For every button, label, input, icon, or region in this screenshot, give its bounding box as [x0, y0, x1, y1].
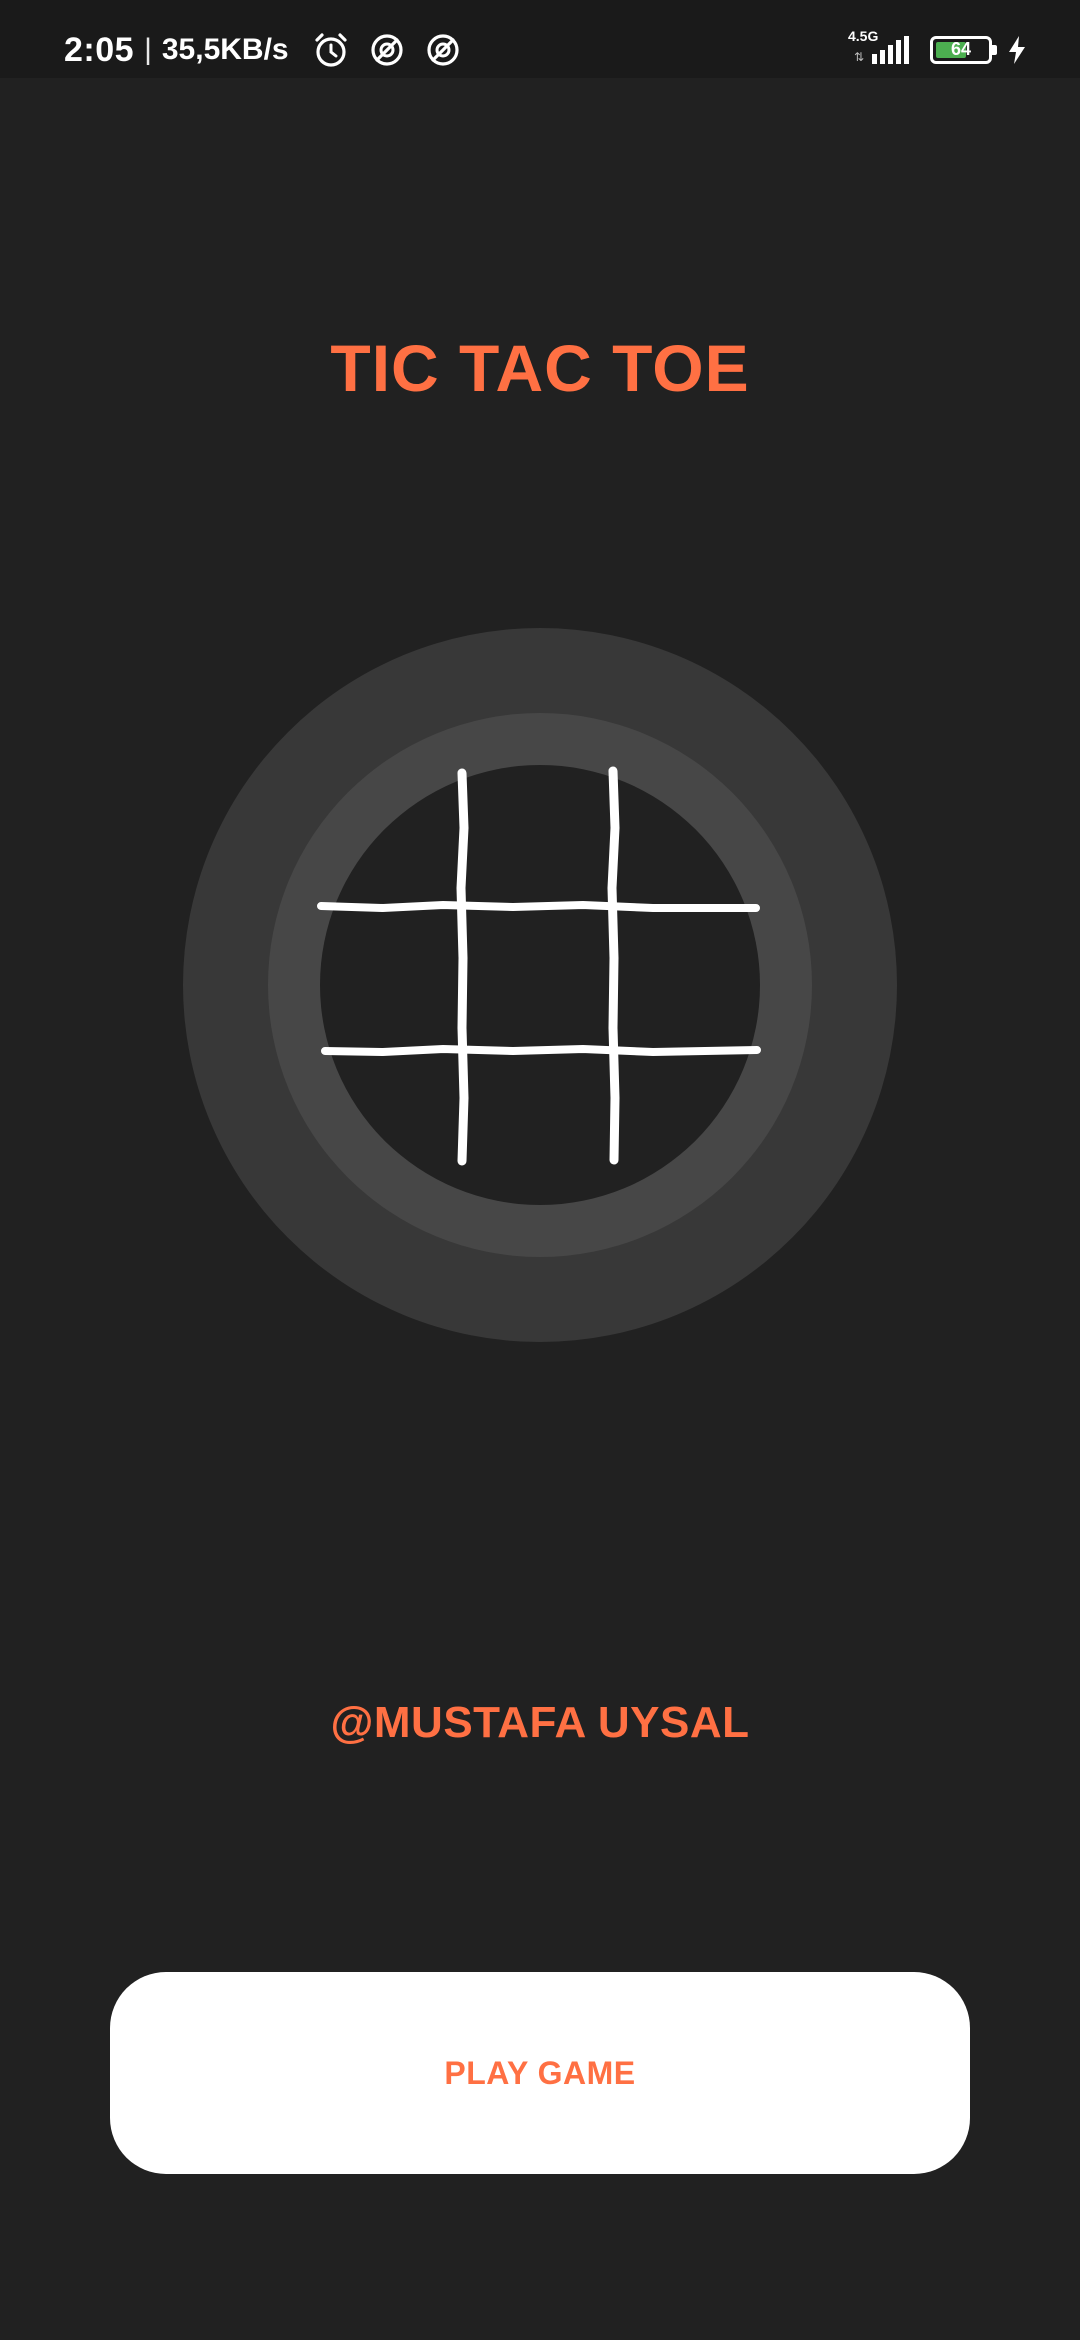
grid-line-vertical-left	[456, 768, 469, 1166]
battery-icon: 64	[930, 36, 997, 64]
grid-line-horizontal-top	[317, 900, 760, 913]
battery-tip	[992, 45, 997, 55]
status-separator: |	[144, 33, 152, 66]
page-title: TIC TAC TOE	[330, 331, 750, 405]
battery-level: 64	[950, 39, 972, 59]
status-left: 2:05 | 35,5KB/s	[64, 0, 471, 100]
mobile-network-indicator: 4.5G ⇅	[848, 28, 912, 70]
alarm-icon	[315, 33, 347, 67]
notification-app-icon	[371, 34, 403, 66]
logo-center	[320, 765, 760, 1205]
grid-line-vertical-right	[607, 766, 620, 1165]
signal-bars-icon	[872, 36, 909, 64]
network-speed: 35,5KB/s	[161, 33, 289, 66]
status-right: 4.5G ⇅ 64	[848, 0, 1028, 100]
notification-app-icon	[427, 34, 459, 66]
tic-tac-toe-grid-icon	[183, 628, 897, 1342]
play-game-button[interactable]: PLAY GAME	[110, 1972, 970, 2174]
charging-bolt-icon	[1009, 36, 1025, 64]
author-credit: @MUSTAFA UYSAL	[330, 1698, 750, 1747]
grid-line-horizontal-bottom	[321, 1044, 761, 1057]
play-game-label: PLAY GAME	[444, 2054, 636, 2091]
data-arrows-icon: ⇅	[854, 50, 865, 64]
status-bar: 2:05 | 35,5KB/s 4.5G ⇅ 64	[0, 0, 1080, 78]
status-time: 2:05	[64, 30, 135, 69]
